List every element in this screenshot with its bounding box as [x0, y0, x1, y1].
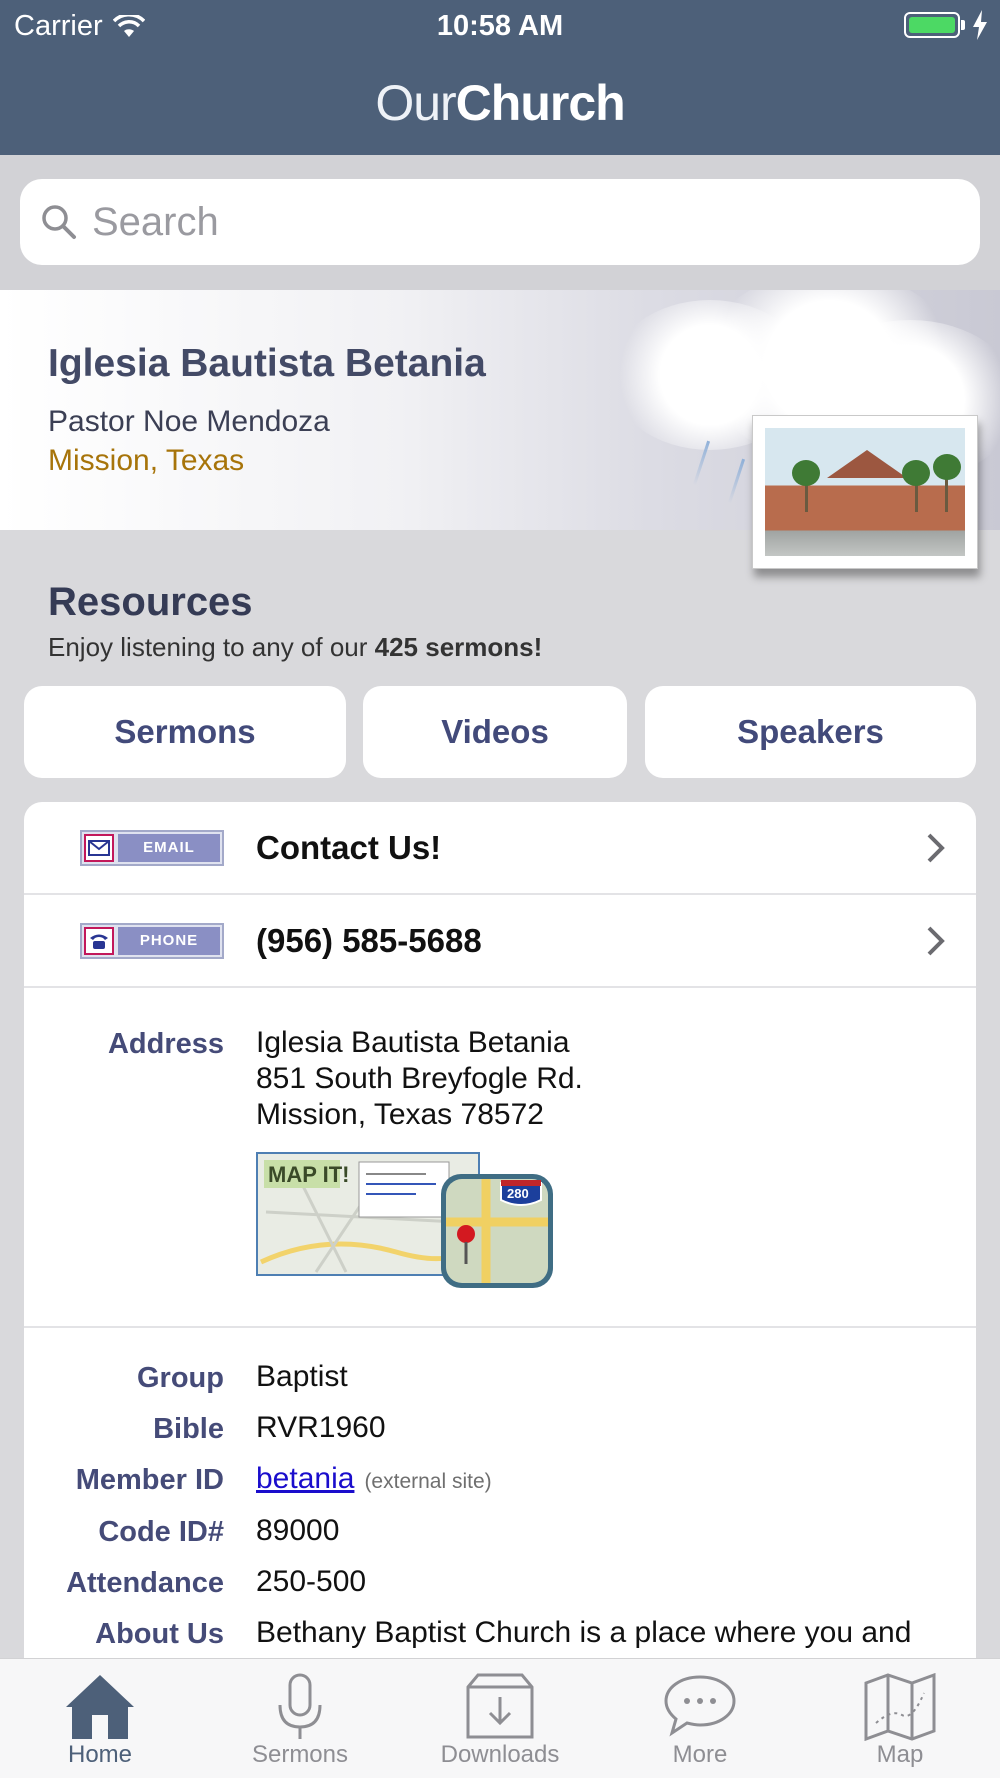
about-us-value: Bethany Baptist Church is a place where …	[256, 1616, 912, 1649]
contact-us-label: Contact Us!	[256, 828, 442, 866]
attendance-value: 250-500	[256, 1565, 367, 1598]
tab-sermons[interactable]: Sermons	[200, 1659, 400, 1778]
map-it-label: MAP IT!	[268, 1162, 349, 1187]
church-photo[interactable]	[752, 415, 978, 569]
home-icon	[66, 1675, 134, 1739]
group-label: Group	[137, 1362, 224, 1394]
app-title: OurChurch	[0, 74, 1000, 132]
tab-downloads-label: Downloads	[440, 1741, 560, 1768]
map-it-button[interactable]: MAP IT! 280	[256, 1152, 556, 1290]
address-label: Address	[107, 1028, 224, 1060]
address-line-3: Mission, Texas 78572	[256, 1098, 544, 1131]
address-line-2: 851 South Breyfogle Rd.	[256, 1062, 583, 1095]
app-title-bold: Church	[455, 75, 626, 131]
member-id-link[interactable]: betania	[256, 1462, 354, 1495]
code-id-label: Code ID#	[98, 1516, 224, 1548]
chevron-right-icon	[927, 833, 945, 862]
resources-subtitle-text: Enjoy listening to any of our	[48, 632, 375, 662]
bible-label: Bible	[153, 1413, 224, 1445]
church-info-card: EMAIL Contact Us! PHONE (956) 585-5688 A…	[24, 802, 976, 1702]
map-shield-label: 280	[507, 1186, 529, 1201]
group-value: Baptist	[256, 1360, 348, 1393]
phone-number: (956) 585-5688	[256, 921, 482, 959]
member-id-label: Member ID	[75, 1464, 224, 1496]
battery-icon	[904, 12, 960, 38]
contact-email-row[interactable]: EMAIL Contact Us!	[24, 802, 976, 895]
telephone-icon	[84, 926, 114, 955]
church-pastor: Pastor Noe Mendoza	[48, 405, 330, 438]
charging-bolt-icon	[973, 10, 987, 40]
phone-badge-text: PHONE	[118, 926, 220, 955]
contact-phone-row[interactable]: PHONE (956) 585-5688	[24, 895, 976, 988]
download-box-icon	[466, 1673, 534, 1739]
resources-heading: Resources	[48, 580, 253, 624]
search-bar[interactable]	[20, 179, 980, 265]
bible-value: RVR1960	[256, 1411, 386, 1444]
microphone-icon	[278, 1673, 322, 1739]
address-line-1: Iglesia Bautista Betania	[256, 1026, 570, 1059]
tab-sermons-label: Sermons	[251, 1741, 349, 1768]
battery-nub	[961, 20, 965, 30]
chevron-right-icon	[927, 926, 945, 955]
resources-subtitle: Enjoy listening to any of our 425 sermon…	[48, 632, 542, 663]
videos-button[interactable]: Videos	[363, 686, 627, 778]
tab-bar: Home Sermons Downloads More Map	[0, 1658, 1000, 1778]
map-it-graphic: MAP IT! 280	[256, 1152, 553, 1288]
navigation-bar: Carrier 10:58 AM OurChurch	[0, 0, 1000, 155]
status-time: 10:58 AM	[436, 10, 564, 42]
envelope-icon	[84, 833, 114, 862]
tab-more[interactable]: More	[600, 1659, 800, 1778]
search-input[interactable]	[92, 199, 892, 245]
tab-more-label: More	[672, 1741, 728, 1768]
search-area	[0, 155, 1000, 290]
app-title-light: Our	[375, 75, 456, 131]
chat-bubble-icon	[664, 1675, 736, 1737]
attendance-label: Attendance	[66, 1567, 224, 1599]
tab-map-label: Map	[876, 1741, 924, 1768]
external-site-note: (external site)	[364, 1470, 492, 1493]
search-icon	[42, 205, 76, 239]
tab-home-label: Home	[67, 1741, 133, 1768]
tab-home[interactable]: Home	[0, 1659, 200, 1778]
status-bar: Carrier 10:58 AM	[0, 0, 1000, 50]
map-icon	[864, 1673, 936, 1741]
sermons-button[interactable]: Sermons	[24, 686, 346, 778]
email-badge: EMAIL	[80, 829, 224, 866]
tab-map[interactable]: Map	[800, 1659, 1000, 1778]
sermon-count: 425 sermons!	[374, 632, 543, 662]
phone-badge: PHONE	[80, 922, 224, 959]
email-badge-text: EMAIL	[118, 833, 220, 862]
section-divider	[24, 1326, 976, 1328]
church-location: Mission, Texas	[48, 444, 245, 477]
member-id-value: betania (external site)	[256, 1462, 492, 1496]
code-id-value: 89000	[256, 1514, 340, 1547]
speakers-button[interactable]: Speakers	[645, 686, 976, 778]
tab-downloads[interactable]: Downloads	[400, 1659, 600, 1778]
about-us-label: About Us	[95, 1618, 224, 1650]
church-name: Iglesia Bautista Betania	[48, 342, 486, 385]
